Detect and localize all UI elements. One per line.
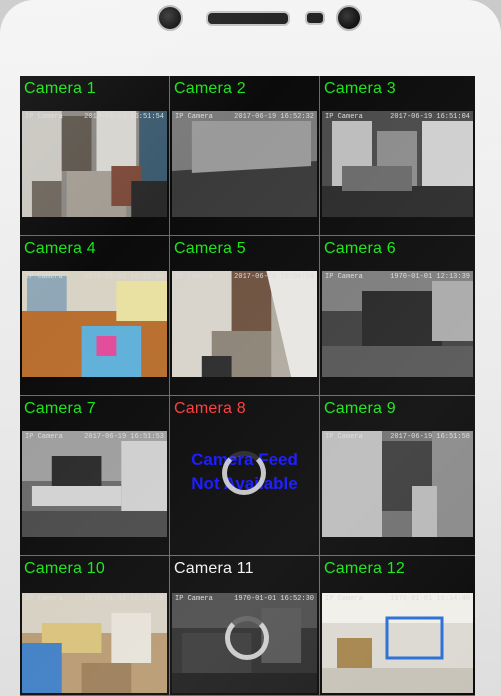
proximity-sensor: [305, 11, 325, 25]
camera-label: Camera 4: [24, 240, 96, 257]
phone-top-bezel: [0, 0, 501, 76]
camera-feed: IP Camera 1970-01-01 16:51:58: [22, 593, 167, 693]
overlay-timestamp: 1970-01-01 16:14:40: [390, 595, 470, 603]
overlay-timestamp: 2017-06-19 16:51:58: [390, 433, 470, 441]
camera-tile-7[interactable]: Camera 7 IP Camera 2017-06-19 16:51:53: [20, 396, 170, 556]
camera-tile-4[interactable]: Camera 4 IP Camera 1970-01-01 16:51:02: [20, 236, 170, 396]
overlay-timestamp: 2017-06-19 16:51:04: [390, 113, 470, 121]
camera-feed: IP Camera 2017-06-19 16:50:54: [172, 271, 317, 377]
camera-label: Camera 1: [24, 80, 96, 97]
camera-tile-11[interactable]: Camera 11 IP Camera 1970-01-01 16:52:30: [170, 556, 320, 696]
overlay-camera-name: IP Camera: [25, 595, 63, 603]
camera-label: Camera 9: [324, 400, 396, 417]
overlay-camera-name: IP Camera: [325, 433, 363, 441]
camera-label: Camera 11: [174, 560, 254, 577]
camera-label: Camera 7: [24, 400, 96, 417]
camera-feed: IP Camera 1970-01-01 16:52:30: [172, 593, 317, 693]
overlay-camera-name: IP Camera: [25, 113, 63, 121]
camera-feed: IP Camera 2017-06-19 16:51:54: [22, 111, 167, 217]
camera-tile-10[interactable]: Camera 10 IP Camera 1970-01-01 16:51:58: [20, 556, 170, 696]
overlay-camera-name: IP Camera: [25, 273, 63, 281]
camera-tile-1[interactable]: Camera 1 IP Camera 2017-06-19 16:51:54: [20, 76, 170, 236]
sensor-dot-icon: [336, 5, 362, 31]
camera-tile-3[interactable]: Camera 3 IP Camera 2017-06-19 16:51:04: [320, 76, 475, 236]
camera-feed: IP Camera 1970-01-01 12:13:39: [322, 271, 473, 377]
camera-tile-6[interactable]: Camera 6 IP Camera 1970-01-01 12:13:39: [320, 236, 475, 396]
loading-spinner-icon: [225, 616, 269, 660]
overlay-camera-name: IP Camera: [325, 595, 363, 603]
camera-label: Camera 3: [324, 80, 396, 97]
camera-label: Camera 6: [324, 240, 396, 257]
overlay-timestamp: 1970-01-01 12:13:39: [390, 273, 470, 281]
loading-spinner-icon: [222, 451, 266, 495]
overlay-camera-name: IP Camera: [175, 273, 213, 281]
overlay-timestamp: 2017-06-19 16:50:54: [234, 273, 314, 281]
overlay-camera-name: IP Camera: [175, 595, 213, 603]
camera-feed: IP Camera 1970-01-01 16:14:40: [322, 593, 473, 693]
overlay-camera-name: IP Camera: [25, 433, 63, 441]
phone-frame: Camera 1 IP Camera 2017-06-19 16:51:54 C…: [0, 0, 501, 696]
overlay-timestamp: 1970-01-01 16:51:02: [84, 273, 164, 281]
overlay-timestamp: 2017-06-19 16:51:53: [84, 433, 164, 441]
camera-tile-8[interactable]: Camera 8 Camera Feed Not Available: [170, 396, 320, 556]
overlay-camera-name: IP Camera: [325, 113, 363, 121]
camera-feed: IP Camera 2017-06-19 16:51:58: [322, 431, 473, 537]
camera-feed: IP Camera 2017-06-19 16:52:32: [172, 111, 317, 217]
overlay-camera-name: IP Camera: [325, 273, 363, 281]
camera-feed: IP Camera 2017-06-19 16:51:04: [322, 111, 473, 217]
camera-tile-9[interactable]: Camera 9 IP Camera 2017-06-19 16:51:58: [320, 396, 475, 556]
camera-feed: IP Camera 2017-06-19 16:51:53: [22, 431, 167, 537]
camera-tile-12[interactable]: Camera 12 IP Camera 1970-01-01 16:14:40: [320, 556, 475, 696]
overlay-camera-name: IP Camera: [175, 113, 213, 121]
camera-tile-5[interactable]: Camera 5 IP Camera 2017-06-19 16:50:54: [170, 236, 320, 396]
phone-screen: Camera 1 IP Camera 2017-06-19 16:51:54 C…: [20, 76, 475, 696]
front-camera-icon: [157, 5, 183, 31]
camera-label: Camera 2: [174, 80, 246, 97]
camera-label: Camera 10: [24, 560, 105, 577]
earpiece-speaker: [206, 11, 290, 26]
overlay-timestamp: 2017-06-19 16:51:54: [84, 113, 164, 121]
overlay-timestamp: 2017-06-19 16:52:32: [234, 113, 314, 121]
camera-label: Camera 12: [324, 560, 405, 577]
overlay-timestamp: 1970-01-01 16:51:58: [84, 595, 164, 603]
camera-grid: Camera 1 IP Camera 2017-06-19 16:51:54 C…: [20, 76, 475, 696]
overlay-timestamp: 1970-01-01 16:52:30: [234, 595, 314, 603]
camera-label: Camera 5: [174, 240, 246, 257]
camera-feed: IP Camera 1970-01-01 16:51:02: [22, 271, 167, 377]
camera-tile-2[interactable]: Camera 2 IP Camera 2017-06-19 16:52:32: [170, 76, 320, 236]
camera-label: Camera 8: [174, 400, 246, 417]
